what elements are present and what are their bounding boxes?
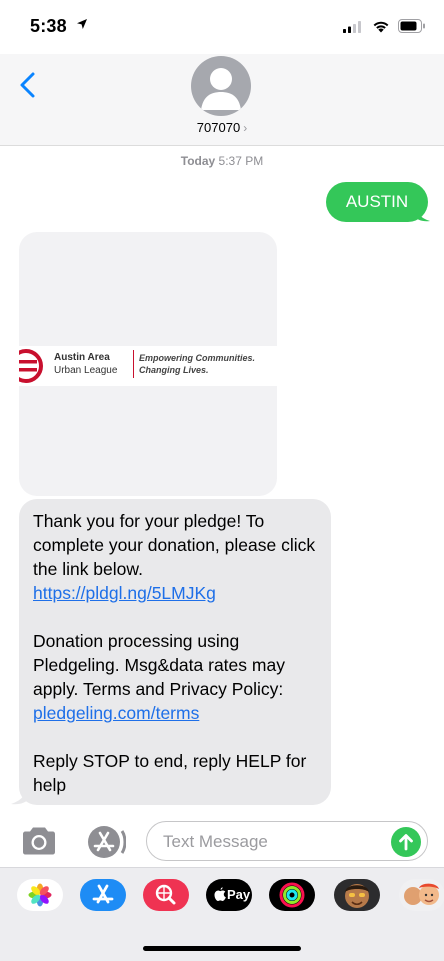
compose-bar: Text Message (0, 817, 444, 867)
organization-logo: Austin Area Urban League Empowering Comm… (19, 346, 277, 386)
org-tagline-line-2: Changing Lives. (139, 365, 209, 375)
app-store-icon[interactable] (80, 879, 126, 911)
urban-league-logo-icon (19, 349, 43, 383)
app-store-glyph-icon (92, 884, 114, 904)
photos-flower-icon (28, 883, 52, 907)
location-arrow-icon (77, 19, 87, 29)
donation-link[interactable]: https://pldgl.ng/5LMJKg (33, 583, 216, 603)
org-tagline-line-1: Empowering Communities. (139, 353, 256, 363)
timestamp-time: 5:37 PM (218, 154, 264, 168)
conversation-header: 707070 › (0, 54, 444, 146)
activity-rings-icon (279, 882, 305, 908)
message-input-placeholder: Text Message (163, 832, 268, 851)
contact-name[interactable]: 707070 › (0, 120, 444, 135)
message-timestamp: Today 5:37 PM (0, 154, 444, 168)
message-text-3: Reply STOP to end, reply HELP for help (33, 751, 307, 795)
outgoing-message-text: AUSTIN (345, 192, 409, 211)
status-time: 5:38 (30, 16, 67, 36)
memoji-stickers-icon[interactable] (334, 879, 380, 911)
send-arrow-icon (399, 834, 413, 851)
person-icon (201, 68, 241, 110)
app-store-apps-icon[interactable] (84, 825, 126, 859)
message-paragraph-1: Thank you for your pledge! To complete y… (33, 509, 317, 605)
apple-pay-label: Pay (227, 887, 251, 902)
apple-pay-icon[interactable]: Pay (206, 879, 252, 911)
memoji-group-icon (404, 883, 439, 905)
message-input[interactable]: Text Message (146, 821, 428, 861)
message-text-1: Thank you for your pledge! To complete y… (33, 511, 316, 579)
terms-link[interactable]: pledgeling.com/terms (33, 703, 199, 723)
photos-app-icon[interactable] (17, 879, 63, 911)
incoming-message[interactable]: Thank you for your pledge! To complete y… (19, 499, 331, 805)
home-indicator[interactable] (143, 946, 301, 951)
message-paragraph-3: Reply STOP to end, reply HELP for help (33, 749, 317, 797)
camera-icon[interactable] (19, 825, 59, 857)
magnifier-globe-icon (155, 884, 176, 905)
send-button[interactable] (391, 827, 421, 857)
image-attachment[interactable]: Austin Area Urban League Empowering Comm… (19, 232, 277, 496)
contact-number: 707070 (196, 120, 241, 135)
cellular-signal-icon (343, 21, 361, 33)
memoji-icon[interactable] (399, 879, 444, 911)
web-images-search-icon[interactable] (143, 879, 189, 911)
back-chevron-icon[interactable] (14, 70, 44, 100)
outgoing-message[interactable]: AUSTIN (326, 182, 428, 222)
contact-avatar[interactable] (191, 56, 251, 116)
imessage-app-tray: Pay (0, 867, 444, 961)
memoji-face-icon (345, 884, 369, 908)
contact-chevron-icon: › (243, 121, 248, 135)
org-name-line-2: Urban League (54, 365, 118, 376)
org-name-line-1: Austin Area (54, 352, 110, 363)
activity-app-icon[interactable] (269, 879, 315, 911)
message-text-2: Donation processing using Pledgeling. Ms… (33, 631, 285, 699)
logo-divider (133, 350, 134, 378)
message-paragraph-2: Donation processing using Pledgeling. Ms… (33, 629, 317, 725)
status-bar: 5:38 (0, 0, 444, 54)
wifi-icon (373, 21, 389, 33)
battery-icon (398, 19, 425, 33)
timestamp-day: Today (180, 154, 216, 168)
